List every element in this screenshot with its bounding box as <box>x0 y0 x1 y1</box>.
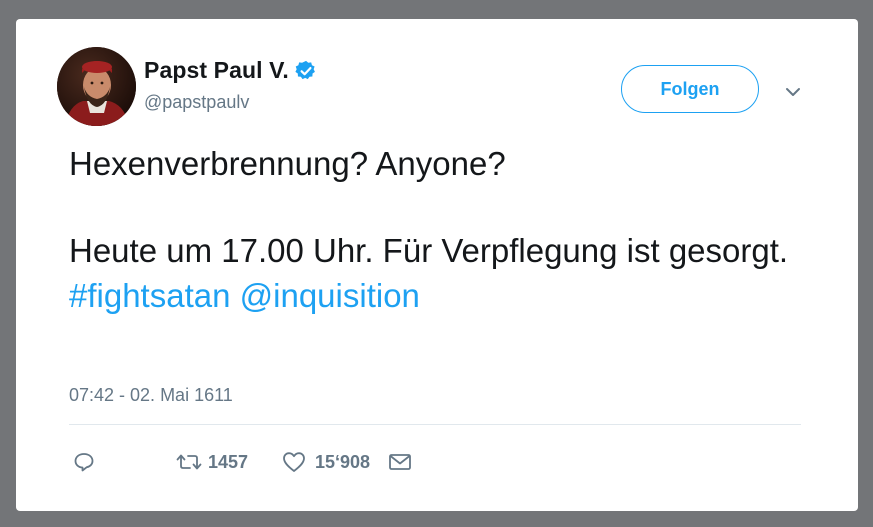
tweet-line-2: Heute um 17.00 Uhr. Für Verpflegung ist … <box>69 228 809 318</box>
hashtag-link[interactable]: #fightsatan <box>69 277 230 314</box>
tweet-line-1: Hexenverbrennung? Anyone? <box>69 145 506 182</box>
retweet-count: 1457 <box>208 451 249 472</box>
tweet-card: Papst Paul V. @papstpaulv Folgen Hexenve… <box>16 19 858 511</box>
tweet-body-text: Heute um 17.00 Uhr. Für Verpflegung ist … <box>69 232 789 269</box>
retweet-icon <box>176 451 202 473</box>
verified-badge-icon <box>295 60 317 82</box>
reply-icon <box>73 451 95 473</box>
chevron-down-icon[interactable] <box>782 81 804 103</box>
mention-link[interactable]: @inquisition <box>240 277 420 314</box>
display-name[interactable]: Papst Paul V. <box>144 57 317 84</box>
like-button[interactable]: 15‘908 <box>282 449 370 475</box>
heart-icon <box>282 451 306 473</box>
like-count: 15‘908 <box>315 451 371 472</box>
follow-button[interactable]: Folgen <box>621 65 759 113</box>
author-handle[interactable]: @papstpaulv <box>144 92 249 113</box>
author-name[interactable]: Papst Paul V. <box>144 57 289 84</box>
retweet-button[interactable]: 1457 <box>176 449 248 475</box>
envelope-icon <box>388 451 412 473</box>
tweet-timestamp[interactable]: 07:42 - 02. Mai 1611 <box>69 385 233 406</box>
direct-message-button[interactable] <box>388 449 412 475</box>
reply-button[interactable] <box>73 449 95 475</box>
tweet-text: Hexenverbrennung? Anyone? Heute um 17.00… <box>69 141 809 318</box>
avatar[interactable] <box>57 47 136 126</box>
divider <box>69 424 801 425</box>
